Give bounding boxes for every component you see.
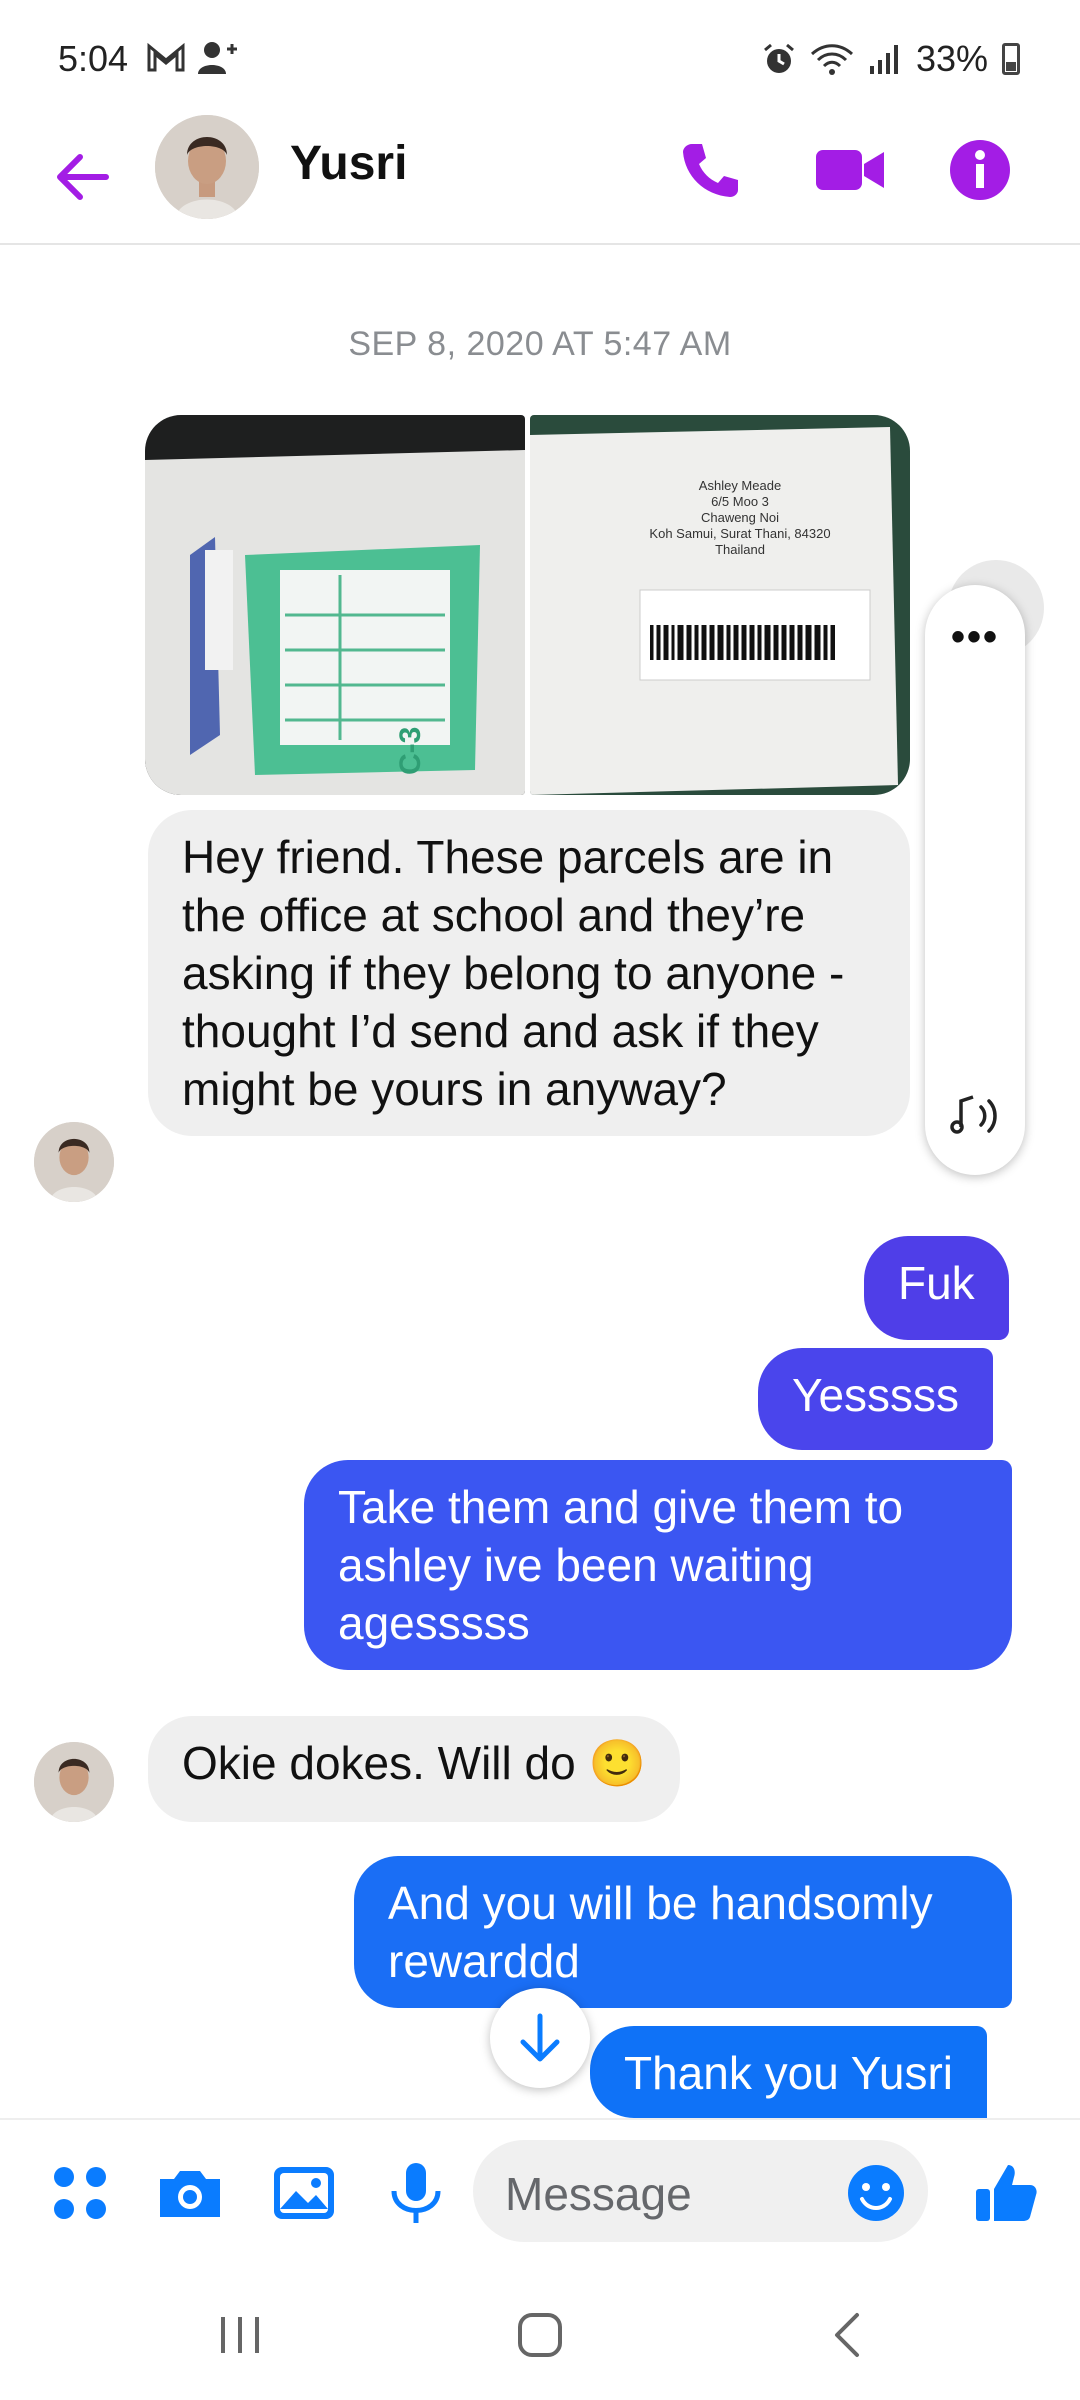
microphone-icon[interactable] — [378, 2155, 454, 2231]
status-bar: 5:04 33% — [0, 0, 1080, 120]
date-separator: SEP 8, 2020 AT 5:47 AM — [348, 325, 732, 363]
parcel-image-1: C-3 — [145, 415, 525, 795]
message-bubble-outgoing[interactable]: And you will be handsomly rewarddd — [354, 1856, 1012, 2008]
apps-grid-icon[interactable] — [42, 2155, 118, 2231]
status-time: 5:04 — [58, 38, 129, 79]
gallery-icon[interactable] — [266, 2155, 342, 2231]
wifi-icon — [810, 44, 853, 75]
phone-call-icon[interactable] — [670, 130, 750, 210]
sender-avatar[interactable] — [34, 1742, 114, 1822]
photo1-label: C-3 — [394, 727, 427, 775]
avatar-photo — [155, 115, 259, 219]
back-arrow-icon[interactable] — [48, 142, 118, 212]
address-line-3: Chaweng Noi — [701, 510, 779, 525]
battery-percent: 33% — [915, 38, 988, 79]
video-call-icon[interactable] — [810, 130, 890, 210]
battery-icon — [1002, 43, 1020, 75]
signal-icon — [869, 45, 898, 74]
address-line-5: Thailand — [715, 542, 765, 557]
voice-reading-icon[interactable] — [947, 1087, 1005, 1145]
thumbs-up-icon[interactable] — [968, 2155, 1044, 2231]
scroll-to-bottom-button[interactable] — [490, 1988, 590, 2088]
sender-avatar[interactable] — [34, 1122, 114, 1202]
message-actions-panel: ••• — [925, 585, 1025, 1175]
emoji-icon[interactable] — [838, 2155, 914, 2231]
message-bubble-outgoing[interactable]: Thank you Yusri — [590, 2026, 988, 2118]
recent-apps-icon[interactable] — [205, 2305, 275, 2365]
home-icon[interactable] — [505, 2305, 575, 2365]
add-contact-icon — [198, 42, 237, 74]
info-icon[interactable] — [940, 130, 1020, 210]
message-placeholder: Message — [505, 2168, 692, 2220]
arrow-down-icon — [520, 2013, 560, 2062]
camera-icon[interactable] — [152, 2155, 228, 2231]
avatar-photo — [34, 1742, 114, 1822]
more-options-icon[interactable]: ••• — [925, 615, 1025, 660]
contact-name[interactable]: Yusri — [290, 136, 407, 191]
message-bubble-outgoing[interactable]: Yesssss — [758, 1348, 994, 1450]
contact-avatar[interactable] — [155, 115, 259, 219]
gmail-icon — [147, 42, 185, 72]
address-line-4: Koh Samui, Surat Thani, 84320 — [649, 526, 830, 541]
parcel-image-2: Ashley Meade 6/5 Moo 3 Chaweng Noi Koh S… — [530, 415, 910, 795]
parcel-photo-2[interactable]: Ashley Meade 6/5 Moo 3 Chaweng Noi Koh S… — [530, 415, 910, 795]
message-bubble-incoming[interactable]: Okie dokes. Will do 🙂 — [148, 1716, 680, 1822]
system-icons: 33% — [762, 38, 1020, 80]
avatar-photo — [34, 1122, 114, 1202]
back-nav-icon[interactable] — [813, 2305, 883, 2365]
notification-icons — [146, 40, 240, 76]
alarm-icon — [763, 43, 794, 73]
parcel-photo-1[interactable]: C-3 — [145, 415, 525, 795]
message-bubble-outgoing[interactable]: Fuk — [864, 1236, 1009, 1340]
address-line-1: Ashley Meade — [699, 478, 781, 493]
address-line-2: 6/5 Moo 3 — [711, 494, 769, 509]
message-bubble-outgoing[interactable]: Take them and give them to ashley ive be… — [304, 1460, 1012, 1670]
message-bubble-incoming[interactable]: Hey friend. These parcels are in the off… — [148, 810, 910, 1136]
